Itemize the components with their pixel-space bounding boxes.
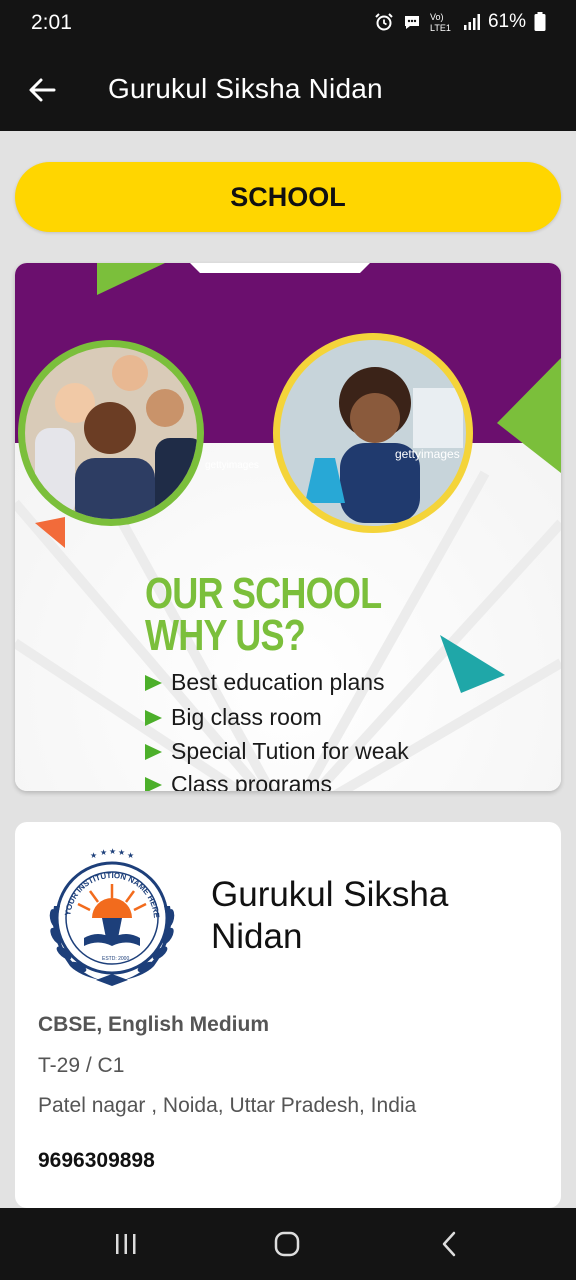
svg-text:★: ★ [90,851,97,860]
address-line1: T-29 / C1 [38,1054,125,1077]
whatsapp-icon [404,16,419,29]
system-nav-bar [0,1208,576,1280]
banner-heading-line2: WHY US? [145,611,306,660]
page-title: Gurukul Siksha Nidan [108,73,383,104]
nav-back-button[interactable] [430,1226,470,1262]
arrow-left-icon [29,78,56,102]
volte-icon: Vo) LTE1 [430,12,451,33]
institution-name: Gurukul Siksha Nidan [211,875,449,956]
home-icon [274,1231,300,1257]
battery-icon [534,12,546,31]
status-time: 2:01 [31,11,72,34]
back-button[interactable] [22,70,62,110]
svg-text:gettyimages: gettyimages [205,460,259,471]
battery-percent: 61% [487,11,526,32]
institution-logo: YOUR INSTITUTION NAME HERE ★ ★ ★ ★ ★ ESTD: 2… [49,847,175,986]
recent-apps-icon [116,1234,136,1254]
home-button[interactable] [267,1226,307,1262]
address-line2: Patel nagar , Noida, Uttar Pradesh, Indi… [38,1094,417,1117]
phone-number[interactable]: 9696309898 [38,1149,155,1173]
svg-text:Vo): Vo) [430,12,444,22]
status-icons: Vo) LTE1 61% [374,11,546,33]
logo-estd: ESTD: 2000 [102,956,129,962]
banner-bullet: Special Tution for weak [145,738,409,765]
signal-icon [463,14,480,30]
svg-text:LTE1: LTE1 [430,23,451,33]
banner-bullet: Class programs [145,771,332,791]
banner-bullet: Best education plans [145,669,385,696]
institution-card: YOUR INSTITUTION NAME HERE ★ ★ ★ ★ ★ ESTD: 2… [15,822,561,1208]
recent-apps-button[interactable] [106,1226,146,1262]
back-icon [442,1231,456,1257]
app-bar: Gurukul Siksha Nidan [0,48,576,131]
svg-text:★: ★ [109,847,116,856]
board-medium: CBSE, English Medium [38,1013,270,1036]
school-banner-image[interactable]: gettyimages gettyimages OUR SCHOOL WHY U… [15,263,561,791]
svg-text:★: ★ [127,851,134,860]
alarm-icon [375,13,393,31]
status-bar: 2:01 Vo) LTE1 61% [0,0,576,48]
svg-text:★: ★ [118,848,125,857]
watermark: gettyimages [395,447,460,461]
category-school-button[interactable]: SCHOOL [15,162,561,232]
svg-text:★: ★ [100,848,107,857]
banner-bullet: Big class room [145,704,322,731]
